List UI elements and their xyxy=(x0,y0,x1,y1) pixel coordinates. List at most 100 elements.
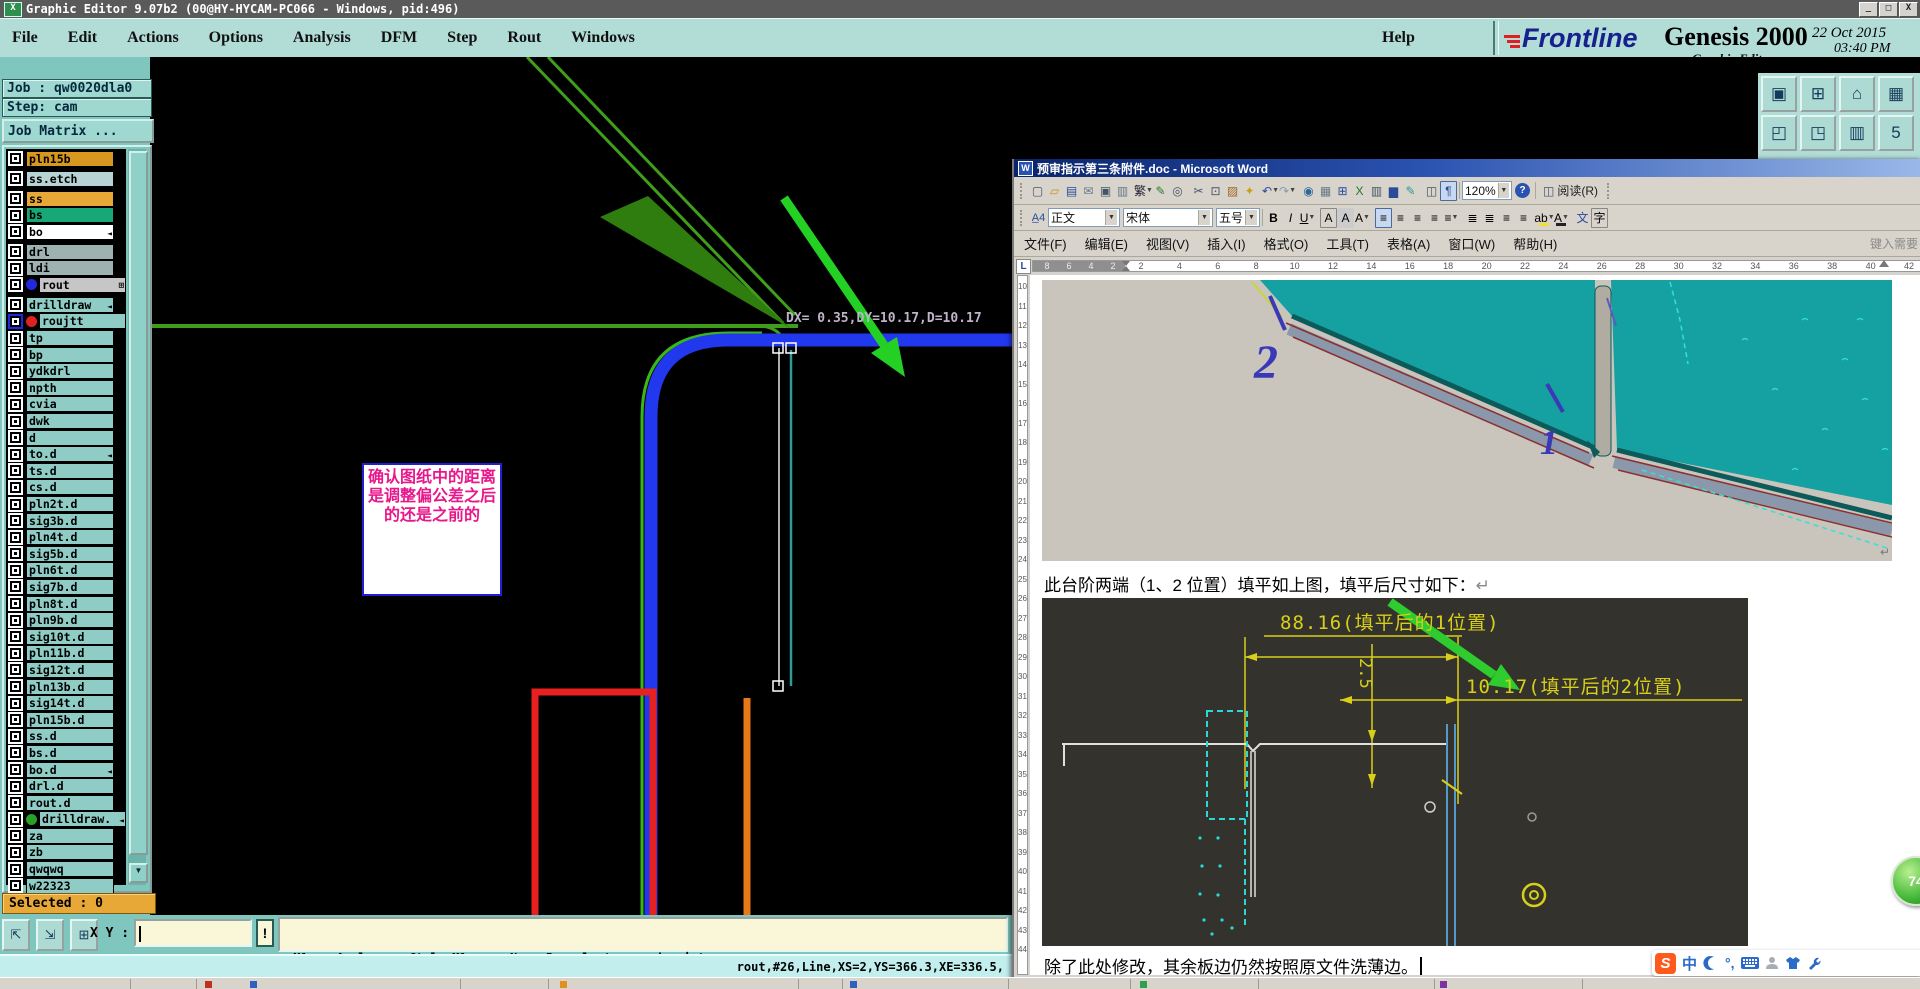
layer-name[interactable]: bs xyxy=(26,207,114,224)
taskbar-app-icon[interactable] xyxy=(250,981,257,988)
layer-checkbox[interactable] xyxy=(8,795,23,811)
cut-icon[interactable]: ✂▼ xyxy=(1190,181,1207,201)
layer-row[interactable]: roujtt xyxy=(8,313,126,330)
layer-checkbox[interactable] xyxy=(8,260,23,276)
layer-row[interactable]: rout.d xyxy=(8,794,126,811)
chinese-convert-icon[interactable]: 繁 ▼ xyxy=(1134,181,1153,201)
layer-row[interactable]: sig10t.d xyxy=(8,628,126,645)
layer-checkbox[interactable] xyxy=(8,629,23,645)
layer-row[interactable]: sig12t.d xyxy=(8,661,126,678)
open-icon[interactable]: ▱▼ xyxy=(1046,181,1063,201)
decrease-indent-button[interactable]: ≡▼ xyxy=(1498,208,1515,228)
layer-row[interactable]: bo.d ◄ xyxy=(8,761,126,778)
style-combo[interactable]: 正文 ▼ xyxy=(1048,208,1120,227)
layer-name[interactable]: bo ◄ xyxy=(26,223,114,240)
layer-row[interactable]: d xyxy=(8,429,126,446)
layer-checkbox[interactable] xyxy=(8,579,23,595)
layer-name[interactable]: sig10t.d xyxy=(26,628,114,645)
layer-checkbox[interactable] xyxy=(8,330,23,346)
layer-row[interactable]: drilldraw. ◄ xyxy=(8,811,126,828)
undo-icon[interactable]: ↶ ▼ xyxy=(1262,181,1279,201)
layer-row[interactable]: pln6t.d xyxy=(8,562,126,579)
matrix-button[interactable]: ▦ xyxy=(1878,76,1914,112)
layer-checkbox[interactable] xyxy=(8,612,23,628)
layer-checkbox[interactable] xyxy=(8,513,23,529)
sogou-logo-icon[interactable]: S xyxy=(1655,952,1676,974)
fullwidth-moon-icon[interactable] xyxy=(1703,955,1719,971)
layer-checkbox[interactable] xyxy=(8,479,23,495)
tables-borders-icon[interactable]: ▦▼ xyxy=(1317,181,1334,201)
menu-item[interactable]: Windows xyxy=(567,27,639,49)
cad-figure[interactable]: 2 1 ↵ xyxy=(1042,280,1894,561)
layer-row[interactable]: ss.d xyxy=(8,728,126,745)
reading-layout-button[interactable]: ◫ 阅读(R) xyxy=(1538,181,1603,201)
punctuation-icon[interactable]: °, xyxy=(1725,955,1735,971)
layer-name[interactable]: drl xyxy=(26,243,114,260)
insert-table-icon[interactable]: ⊞▼ xyxy=(1334,181,1351,201)
layer-row[interactable]: to.d ◄ xyxy=(8,446,126,463)
layer-name[interactable]: ss.etch xyxy=(26,170,114,187)
menu-item[interactable]: 格式(O) xyxy=(1264,234,1309,253)
user-icon[interactable] xyxy=(1765,956,1779,970)
styles-icon[interactable]: A̲4 xyxy=(1029,208,1048,228)
layer-checkbox[interactable] xyxy=(8,446,23,462)
layer-checkbox[interactable] xyxy=(8,662,23,678)
menu-item[interactable]: 文件(F) xyxy=(1024,234,1067,253)
scrollbar-thumb[interactable] xyxy=(129,151,148,855)
layer-checkbox[interactable] xyxy=(8,224,23,240)
view-next-button[interactable]: ◳ xyxy=(1800,115,1836,151)
layer-row[interactable]: pln2t.d xyxy=(8,496,126,512)
char-border-button[interactable]: A▼ xyxy=(1320,207,1337,228)
chart-icon[interactable]: ▆▼ xyxy=(1385,181,1402,201)
tab-selector[interactable]: L xyxy=(1016,259,1031,274)
taskbar-app-icon[interactable] xyxy=(205,981,212,988)
layer-checkbox[interactable] xyxy=(8,596,23,612)
type-question-box[interactable]: 键入需要 xyxy=(1870,235,1918,252)
layer-row[interactable]: pln4t.d xyxy=(8,529,126,546)
insert-excel-icon[interactable]: X▼ xyxy=(1351,181,1368,201)
format-painter-icon[interactable]: ✦▼ xyxy=(1241,181,1258,201)
menu-item[interactable]: File xyxy=(8,27,42,49)
layer-name[interactable]: tp xyxy=(26,330,114,347)
layer-row[interactable]: npth xyxy=(8,379,126,396)
layer-checkbox[interactable] xyxy=(8,562,23,578)
layer-name[interactable]: pln6t.d xyxy=(26,562,114,579)
layer-name[interactable]: sig7b.d xyxy=(26,578,114,595)
alert-button[interactable]: ! xyxy=(256,919,274,947)
menu-item[interactable]: 帮助(H) xyxy=(1513,234,1557,253)
layer-name[interactable]: zb xyxy=(26,844,114,861)
layer-name[interactable]: bp xyxy=(26,346,114,363)
columns-icon[interactable]: ▥▼ xyxy=(1368,181,1385,201)
layer-name[interactable]: ydkdrl xyxy=(26,363,114,380)
sogou-input-bar[interactable]: S 中 °, xyxy=(1652,950,1920,976)
layer-checkbox[interactable] xyxy=(8,430,23,446)
menu-item[interactable]: Options xyxy=(205,27,267,49)
layer-checkbox[interactable] xyxy=(8,396,23,412)
increase-indent-button[interactable]: ≡▼ xyxy=(1515,208,1532,228)
layer-row[interactable]: cs.d xyxy=(8,479,126,496)
layer-name[interactable]: qwqwq xyxy=(26,861,114,878)
xy-input[interactable] xyxy=(134,919,252,947)
layer-row[interactable]: bs.d xyxy=(8,744,126,761)
layer-name[interactable]: ss xyxy=(26,190,114,207)
soft-keyboard-icon[interactable] xyxy=(1740,956,1759,970)
layer-row[interactable]: pln11b.d xyxy=(8,645,126,662)
profile-button[interactable]: 5 xyxy=(1878,115,1914,151)
screen-button[interactable]: ⊞ xyxy=(1800,76,1836,112)
toolbar-grip[interactable] xyxy=(1020,182,1025,199)
layer-checkbox[interactable] xyxy=(8,380,23,396)
layer-row[interactable]: ss xyxy=(8,190,126,207)
right-indent-marker[interactable] xyxy=(1879,260,1889,267)
layer-checkbox[interactable] xyxy=(8,878,23,894)
char-shading-button[interactable]: A▼ xyxy=(1337,207,1354,228)
layer-checkbox[interactable] xyxy=(8,695,23,711)
layer-checkbox[interactable] xyxy=(8,679,23,695)
word-titlebar[interactable]: W 预审指示第三条附件.doc - Microsoft Word xyxy=(1014,159,1920,177)
taskbar-app-icon[interactable] xyxy=(1440,981,1447,988)
layer-row[interactable]: rout ⊞ xyxy=(8,276,126,293)
bold-button[interactable]: B▼ xyxy=(1265,208,1282,228)
menu-item[interactable]: 表格(A) xyxy=(1387,234,1430,253)
justify-button[interactable]: ≡▼ xyxy=(1426,208,1443,228)
font-color-button[interactable]: A ▼ xyxy=(1553,208,1570,228)
layer-name[interactable]: to.d ◄ xyxy=(26,446,114,463)
